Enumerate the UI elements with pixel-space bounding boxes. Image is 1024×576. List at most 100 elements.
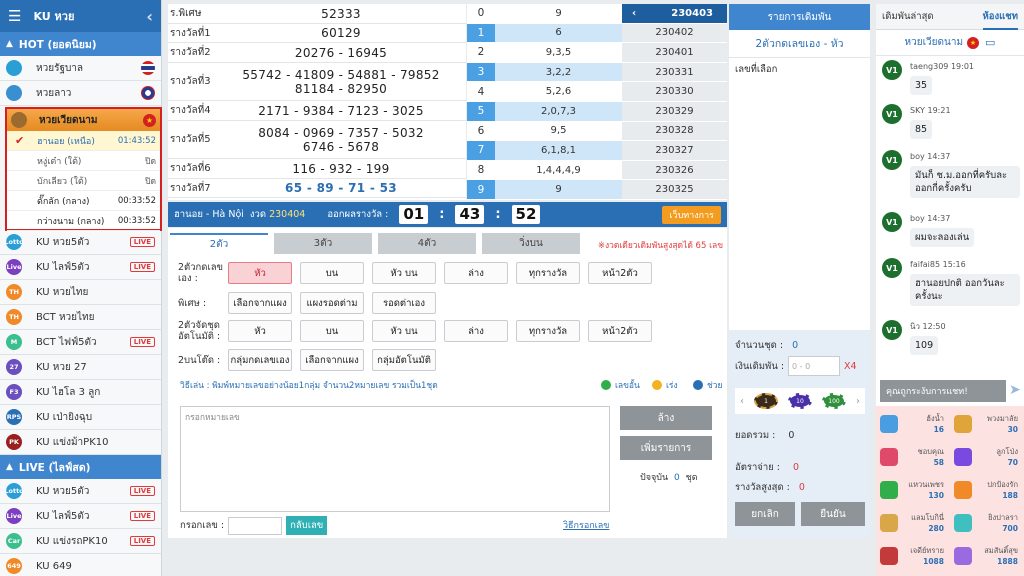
sidebar-item-vietnam[interactable]: หวยเวียดนาม ★: [7, 109, 160, 131]
head-button[interactable]: หัว: [228, 262, 292, 284]
live-section-header[interactable]: ▲ LIVE (ไลฟ์สด): [0, 455, 161, 479]
tab-4digit[interactable]: 4ตัว: [378, 233, 476, 254]
reverse-number-button[interactable]: กลับเลข: [286, 516, 328, 535]
chip-10[interactable]: 10: [788, 393, 812, 409]
number-input[interactable]: [228, 516, 283, 535]
gift-item[interactable]: ฮ้งน้ำ 16: [876, 410, 948, 437]
chevron-right-icon[interactable]: ›: [856, 396, 860, 407]
chevron-left-icon[interactable]: ‹: [146, 7, 153, 26]
sidebar-item-sidebar.live_items-1[interactable]: Live KU ไลฟ์5ตัว LIVE: [0, 504, 161, 529]
amount-input[interactable]: 0 - 0: [788, 356, 841, 376]
sidebar-item-sidebar.live_items-2[interactable]: Car KU แข่งรถPK10 LIVE: [0, 529, 161, 554]
sidebar-item-sidebar.items-3[interactable]: TH BCT หวยไทย: [0, 305, 161, 330]
sidebar-item-sidebar.items-4[interactable]: M BCT ไฟฟ์5ตัว LIVE: [0, 330, 161, 355]
gift-icon: [880, 514, 898, 532]
tab-run[interactable]: วิ่งบน: [482, 233, 580, 254]
round-code[interactable]: 230327: [622, 141, 727, 160]
round-code[interactable]: 230331: [622, 62, 727, 82]
round-code[interactable]: 230402: [622, 23, 727, 43]
vietnam-round-item[interactable]: หงู่เต๋า (ใต้) ปิด: [7, 151, 160, 171]
game-badge-icon: TH: [6, 309, 22, 325]
hot-section-header[interactable]: ▲ HOT (ยอดนิยม): [0, 32, 161, 56]
vietnam-round-item[interactable]: ✔ ฮานอย (เหนือ) 01:43:52: [7, 131, 160, 151]
sidebar-item-thai-gov[interactable]: หวยรัฐบาล: [0, 56, 161, 81]
sidebar-item-sidebar.items-7[interactable]: RPS KU เป่ายิงฉุบ: [0, 405, 161, 430]
sidebar-item-sidebar.live_items-3[interactable]: 649 KU 649: [0, 554, 161, 576]
front-2digit-button[interactable]: หน้า2ตัว: [588, 320, 652, 342]
sidebar-item-sidebar.items-1[interactable]: Live KU ไลฟ์5ตัว LIVE: [0, 255, 161, 280]
sidebar-item-sidebar.items-2[interactable]: TH KU หวยไทย: [0, 280, 161, 305]
chip-100[interactable]: 100: [822, 393, 846, 409]
tab-latest-bets[interactable]: เดิมพันล่าสุด: [882, 9, 934, 24]
round-code[interactable]: 230328: [622, 121, 727, 141]
round-code[interactable]: 230330: [622, 82, 727, 101]
cancel-button[interactable]: ยกเลิก: [735, 502, 795, 526]
gift-item[interactable]: แลมโบกินี่ 280: [876, 509, 948, 536]
board-button[interactable]: แผงรอดต่าม: [300, 292, 364, 314]
tab-2digit[interactable]: 2ตัว: [170, 233, 268, 254]
sidebar-item-sidebar.live_items-0[interactable]: Lotto KU หวย5ตัว LIVE: [0, 479, 161, 504]
sidebar-item-sidebar.items-5[interactable]: 27 KU หวย 27: [0, 355, 161, 380]
menu-icon[interactable]: ☰: [8, 7, 21, 25]
group-manual-button[interactable]: กลุ่มกดเลขเอง: [228, 349, 292, 371]
vietnam-round-item[interactable]: กว่างนาม (กลาง) 00:33:52: [7, 211, 160, 231]
gift-item[interactable]: พวงมาลัย 30: [950, 410, 1022, 437]
sidebar-header: ☰ KU หวย ‹: [0, 0, 161, 32]
legend-fast[interactable]: เร่ง: [652, 378, 678, 392]
round-code[interactable]: 230401: [622, 43, 727, 62]
add-item-button[interactable]: เพิ่มรายการ: [620, 436, 712, 460]
gift-item[interactable]: เจดีย์ทราย 1088: [876, 542, 948, 569]
clear-button[interactable]: ล้าง: [620, 406, 712, 430]
official-site-button[interactable]: เว็บทางการ: [662, 205, 721, 224]
gift-item[interactable]: ยิงปาลรา 700: [950, 509, 1022, 536]
tv-icon[interactable]: ▭: [985, 36, 995, 49]
pick-from-board-button[interactable]: เลือกจากแผง: [300, 349, 364, 371]
legend-blocked[interactable]: เลขอั้น: [601, 378, 640, 392]
group-auto-button[interactable]: กลุ่มอัตโนมัติ: [372, 349, 436, 371]
avatar: V1: [882, 60, 902, 80]
number-textarea[interactable]: กรอกหมายเลข: [180, 406, 610, 512]
chevron-left-icon[interactable]: ‹: [632, 8, 636, 19]
how-to-input-link[interactable]: วิธีกรอกเลข: [563, 518, 609, 532]
gift-item[interactable]: แหวนเพชร 130: [876, 476, 948, 503]
vietnam-round-item[interactable]: ดั๊กลัก (กลาง) 00:33:52: [7, 191, 160, 211]
round-code[interactable]: 230326: [622, 160, 727, 180]
sidebar-item-laos[interactable]: หวยลาว: [0, 81, 161, 106]
bottom-button[interactable]: ล่าง: [444, 320, 508, 342]
legend-help[interactable]: ช่วย: [693, 378, 723, 392]
sidebar-item-sidebar.items-0[interactable]: Lotto KU หวย5ตัว LIVE: [0, 230, 161, 255]
bottom-button[interactable]: ล่าง: [444, 262, 508, 284]
confirm-button[interactable]: ยืนยัน: [801, 502, 865, 526]
gift-item[interactable]: ลูกโป่ง 70: [950, 443, 1022, 470]
digit-row: 6 9,5 230328: [467, 121, 727, 142]
top-button[interactable]: บน: [300, 320, 364, 342]
tab-chat-room[interactable]: ห้องแชท: [982, 9, 1018, 30]
top-button[interactable]: บน: [300, 262, 364, 284]
head-top-button[interactable]: หัว บน: [372, 262, 436, 284]
gift-item[interactable]: ปกป้องรัก 188: [950, 476, 1022, 503]
digit-values: 6: [495, 23, 622, 43]
manual-button[interactable]: รอดต่าเอง: [372, 292, 436, 314]
chat-input[interactable]: คุณถูกระงับการแชท!: [880, 380, 1006, 402]
tab-3digit[interactable]: 3ตัว: [274, 233, 372, 254]
head-top-button[interactable]: หัว บน: [372, 320, 436, 342]
vietnam-round-item[interactable]: บักเลียว (ใต้) ปิด: [7, 171, 160, 191]
round-code[interactable]: 230329: [622, 101, 727, 121]
sidebar-item-sidebar.items-6[interactable]: F3 KU ไฮโล 3 ลูก: [0, 380, 161, 405]
all-prizes-button[interactable]: ทุกรางวัล: [516, 320, 580, 342]
round-selector[interactable]: ‹ 230403: [622, 4, 727, 23]
round-code[interactable]: 230325: [622, 180, 727, 199]
gift-item[interactable]: สมสันติ์สุข 1888: [950, 542, 1022, 569]
chip-1[interactable]: 1: [754, 393, 778, 409]
sidebar-item-sidebar.items-8[interactable]: PK KU แข่งม้าPK10: [0, 430, 161, 455]
result-row: รางวัลที่4 2171 - 9384 - 7123 - 3025: [168, 101, 466, 121]
send-icon[interactable]: ➤: [1009, 382, 1021, 398]
front-2digit-button[interactable]: หน้า2ตัว: [588, 262, 652, 284]
all-prizes-button[interactable]: ทุกรางวัล: [516, 262, 580, 284]
head-button[interactable]: หัว: [228, 320, 292, 342]
chevron-left-icon[interactable]: ‹: [740, 396, 744, 407]
pick-from-board-button[interactable]: เลือกจากแผง: [228, 292, 292, 314]
message-bubble: boy 14:37 มันก็ ช.ม.ออกที่ครับละ ออกกี่คร…: [910, 150, 1020, 198]
digit: 4: [467, 82, 495, 101]
gift-item[interactable]: ชอบคุณ 58: [876, 443, 948, 470]
